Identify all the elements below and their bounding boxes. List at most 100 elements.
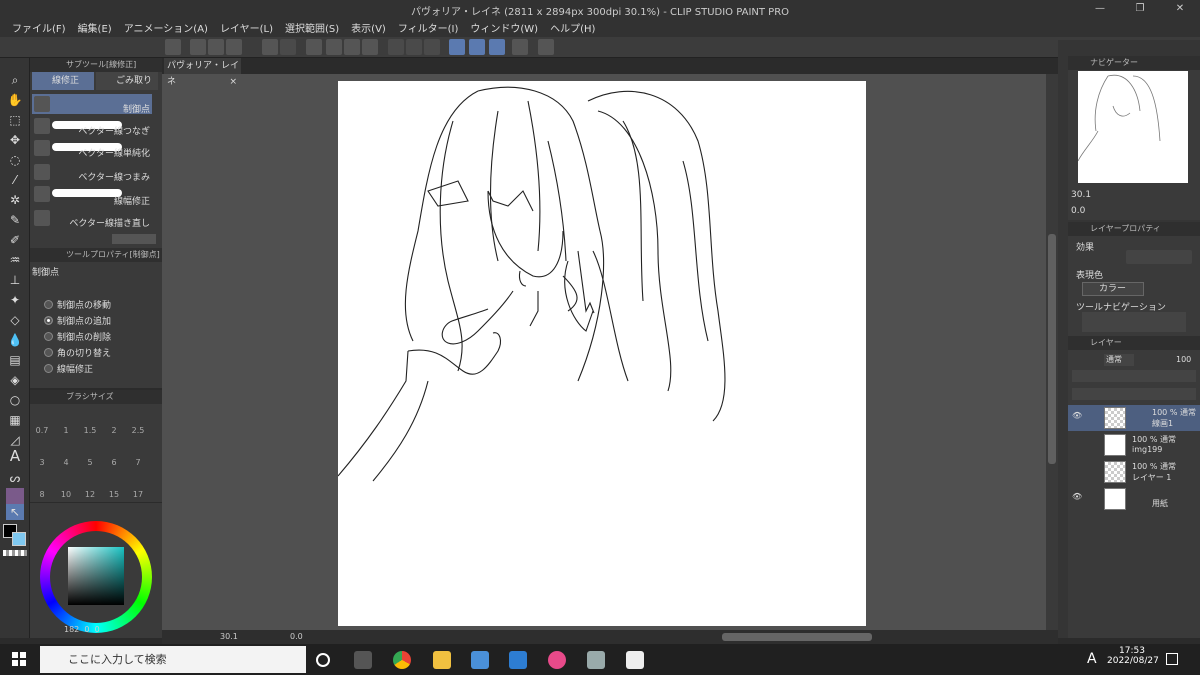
undo-icon[interactable] <box>262 39 278 55</box>
open-file-icon[interactable] <box>208 39 224 55</box>
layer-row-img199[interactable]: 100 % 通常 img199 <box>1068 432 1200 458</box>
layer-tab[interactable]: レイヤー <box>1068 336 1200 350</box>
close-button[interactable]: ✕ <box>1160 0 1200 18</box>
windows-start-icon[interactable] <box>12 652 26 666</box>
layer-property-tab[interactable]: レイヤープロパティ <box>1068 222 1200 236</box>
option-delete-point[interactable]: 制御点の削除 <box>44 330 111 343</box>
brush-size-1[interactable]: 1 <box>54 426 78 435</box>
text-icon[interactable]: A <box>6 447 24 465</box>
navigator-tab[interactable]: ナビゲーター <box>1068 56 1200 70</box>
transform-icon[interactable] <box>362 39 378 55</box>
pencil-icon[interactable]: ✐ <box>6 232 24 248</box>
minimize-button[interactable]: — <box>1080 0 1120 18</box>
option-line-width[interactable]: 線幅修正 <box>44 362 93 375</box>
custom-tool-icon[interactable] <box>6 488 24 504</box>
eyedropper-icon[interactable]: ⁄ <box>6 172 24 188</box>
clear-icon[interactable] <box>306 39 322 55</box>
canvas-tab[interactable]: パヴォリア・レイネ × <box>164 58 241 87</box>
lasso-icon[interactable]: ◌ <box>6 152 24 168</box>
hand-icon[interactable]: ✋ <box>6 92 24 108</box>
music-icon[interactable] <box>548 651 566 669</box>
eraser-icon[interactable]: ◇ <box>6 312 24 328</box>
transparent-color-swatch[interactable] <box>3 550 27 556</box>
brush-size-4[interactable]: 4 <box>54 458 78 467</box>
brush-size-0.7[interactable]: 0.7 <box>30 426 54 435</box>
tab-dust-removal[interactable]: ごみ取り <box>96 72 158 90</box>
layer-row-paper[interactable]: 👁 用紙 <box>1068 486 1200 512</box>
brush-size-1.5[interactable]: 1.5 <box>78 426 102 435</box>
airbrush-icon[interactable]: ⊥ <box>6 272 24 288</box>
brush-size-17[interactable]: 17 <box>126 490 150 499</box>
close-tab-icon[interactable]: × <box>229 74 237 90</box>
snap-ruler-icon[interactable] <box>449 39 465 55</box>
balloon-icon[interactable]: ᔕ <box>6 470 24 486</box>
option-move-point[interactable]: 制御点の移動 <box>44 298 111 311</box>
pen-icon[interactable]: ✎ <box>6 212 24 228</box>
layer-row-lineart[interactable]: 👁 100 % 通常 線画1 <box>1068 405 1200 431</box>
fill-bucket-icon[interactable]: ◈ <box>6 372 24 388</box>
horizontal-scroll-thumb[interactable] <box>722 633 872 641</box>
decoration-icon[interactable]: ✦ <box>6 292 24 308</box>
subtool-vector-pinch[interactable]: ベクター線つまみ <box>32 162 152 183</box>
subtool-vector-connect[interactable]: ベクター線つなぎ <box>32 116 152 137</box>
tool-nav-buttons[interactable] <box>1082 312 1186 332</box>
option-add-point[interactable]: 制御点の追加 <box>44 314 111 327</box>
navigator-preview[interactable] <box>1077 71 1188 183</box>
eye-icon[interactable]: 👁 <box>1072 492 1082 501</box>
brush-size-12[interactable]: 12 <box>78 490 102 499</box>
layer-opacity[interactable]: 100 <box>1176 355 1191 364</box>
ime-indicator[interactable]: A <box>1087 651 1097 667</box>
menu-layer[interactable]: レイヤー(L) <box>220 20 273 35</box>
zoom-value[interactable]: 30.1 <box>220 632 238 641</box>
saturation-value-square[interactable] <box>68 547 124 605</box>
effect-buttons[interactable] <box>1126 250 1192 264</box>
brush-icon[interactable]: ♒ <box>6 252 24 268</box>
snap-grid-icon[interactable] <box>489 39 505 55</box>
scroll-thumb[interactable] <box>1048 234 1056 464</box>
menu-edit[interactable]: 編集(E) <box>78 20 112 35</box>
brush-size-10[interactable]: 10 <box>54 490 78 499</box>
show-selection-icon[interactable] <box>424 39 440 55</box>
sub-color-swatch[interactable] <box>12 532 26 546</box>
subtool-vector-simplify[interactable]: ベクター線単純化 <box>32 138 152 159</box>
eye-icon[interactable]: 👁 <box>1072 411 1082 420</box>
fill-icon[interactable] <box>344 39 360 55</box>
smartphone-icon[interactable] <box>512 39 528 55</box>
correct-line-icon[interactable]: ↖ <box>6 504 24 520</box>
navigator-zoom[interactable]: 30.1 <box>1071 190 1091 200</box>
brush-size-5[interactable]: 5 <box>78 458 102 467</box>
auto-select-icon[interactable]: ✲ <box>6 192 24 208</box>
blend-icon[interactable]: 💧 <box>6 332 24 348</box>
clip-studio-paint-icon[interactable] <box>626 651 644 669</box>
menu-selection[interactable]: 選択範囲(S) <box>285 20 339 35</box>
notification-icon[interactable] <box>1166 653 1178 665</box>
menu-animation[interactable]: アニメーション(A) <box>124 20 208 35</box>
tab-line-correction[interactable]: 線修正 <box>32 72 94 90</box>
task-view-icon[interactable] <box>354 651 372 669</box>
chrome-icon[interactable] <box>393 651 411 669</box>
blend-mode-select[interactable]: 通常 <box>1104 354 1134 366</box>
zoom-icon[interactable]: ⌕ <box>6 72 24 88</box>
menu-help[interactable]: ヘルプ(H) <box>550 20 595 35</box>
clear-outside-icon[interactable] <box>326 39 342 55</box>
brush-size-3[interactable]: 3 <box>30 458 54 467</box>
ruler-icon[interactable]: ◿ <box>6 432 24 448</box>
subtool-vector-redraw[interactable]: ベクター線描き直し <box>32 208 152 229</box>
store-icon[interactable] <box>471 651 489 669</box>
file-explorer-icon[interactable] <box>433 651 451 669</box>
frame-icon[interactable]: ▦ <box>6 412 24 428</box>
mail-icon[interactable] <box>509 651 527 669</box>
maximize-button[interactable]: ❐ <box>1120 0 1160 18</box>
vertical-scrollbar[interactable] <box>1046 74 1058 630</box>
subtool-control-point[interactable]: 制御点 <box>32 94 152 115</box>
option-toggle-corner[interactable]: 角の切り替え <box>44 346 111 359</box>
clock[interactable]: 17:53 2022/08/27 <box>1107 646 1159 666</box>
angle-value[interactable]: 0.0 <box>290 632 303 641</box>
deselect-icon[interactable] <box>388 39 404 55</box>
expression-color-select[interactable]: カラー <box>1082 282 1144 296</box>
clip-studio-launcher-icon[interactable] <box>587 651 605 669</box>
invert-selection-icon[interactable] <box>406 39 422 55</box>
cortana-icon[interactable] <box>316 653 330 667</box>
subtool-actions[interactable] <box>112 234 156 244</box>
gradient-icon[interactable]: ▤ <box>6 352 24 368</box>
